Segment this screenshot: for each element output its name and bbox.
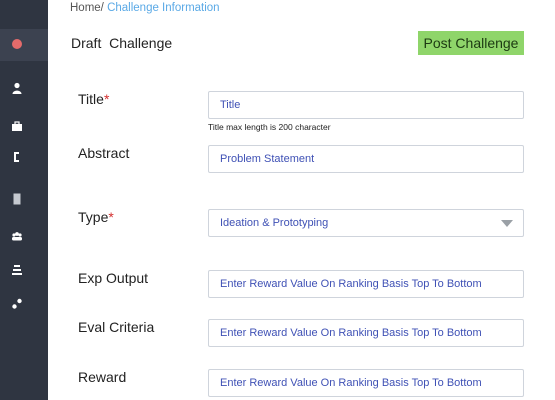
- main-content: Home/ Challenge Information Draft Challe…: [48, 0, 555, 400]
- reward-input[interactable]: Enter Reward Value On Ranking Basis Top …: [208, 369, 524, 397]
- record-icon[interactable]: [12, 39, 22, 49]
- title-placeholder: Title: [220, 99, 241, 111]
- type-label: Type*: [78, 209, 114, 225]
- eval-criteria-input[interactable]: Enter Reward Value On Ranking Basis Top …: [208, 319, 524, 347]
- abstract-placeholder: Problem Statement: [220, 153, 315, 165]
- reward-placeholder: Enter Reward Value On Ranking Basis Top …: [220, 377, 482, 389]
- required-marker: *: [103, 91, 110, 107]
- exp-output-placeholder: Enter Reward Value On Ranking Basis Top …: [220, 278, 482, 290]
- title-label: Title*: [78, 91, 110, 107]
- document-icon[interactable]: [11, 193, 23, 205]
- share-icon[interactable]: [11, 298, 23, 310]
- eval-criteria-label: Eval Criteria: [78, 319, 155, 335]
- type-select[interactable]: Ideation & Prototyping: [208, 209, 524, 237]
- abstract-input[interactable]: Problem Statement: [208, 145, 524, 173]
- sidebar-item-active[interactable]: [0, 29, 48, 61]
- bracket-icon[interactable]: [11, 151, 23, 163]
- abstract-label: Abstract: [78, 145, 130, 161]
- sidebar: [0, 0, 48, 400]
- user-icon[interactable]: [11, 82, 23, 94]
- required-marker: *: [108, 209, 114, 225]
- title-helper-text: Title max length is 200 character: [208, 122, 331, 132]
- eval-criteria-placeholder: Enter Reward Value On Ranking Basis Top …: [220, 327, 482, 339]
- breadcrumb-home[interactable]: Home/: [70, 2, 104, 14]
- post-challenge-button[interactable]: Post Challenge: [418, 31, 524, 55]
- group-icon[interactable]: [11, 230, 23, 242]
- title-input[interactable]: Title: [208, 91, 524, 119]
- exp-output-label: Exp Output: [78, 270, 149, 286]
- exp-output-input[interactable]: Enter Reward Value On Ranking Basis Top …: [208, 270, 524, 298]
- breadcrumb: Home/ Challenge Information: [70, 2, 220, 14]
- reward-label: Reward: [78, 369, 127, 385]
- chevron-down-icon: [501, 220, 513, 227]
- page-title: Draft Challenge: [71, 35, 173, 51]
- briefcase-icon[interactable]: [11, 120, 23, 132]
- type-selected-value: Ideation & Prototyping: [220, 217, 329, 229]
- breadcrumb-current[interactable]: Challenge Information: [104, 2, 220, 14]
- stack-icon[interactable]: [11, 264, 23, 276]
